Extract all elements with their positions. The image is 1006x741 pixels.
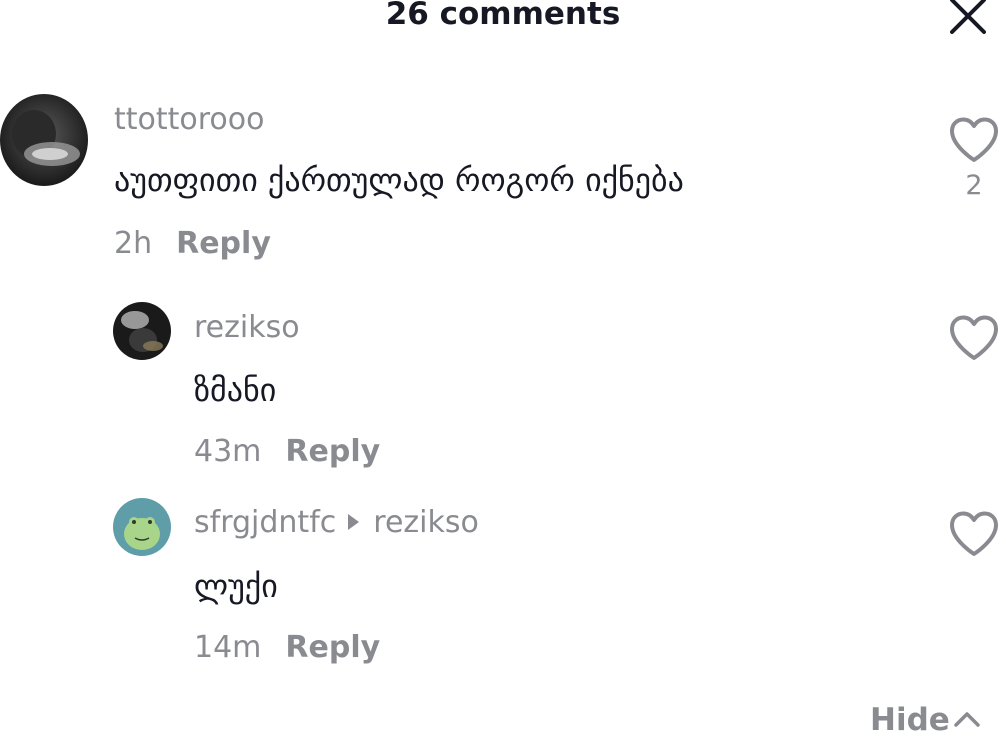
comment-username[interactable]: sfrgjdntfc [194, 505, 336, 540]
chevron-up-icon [954, 711, 980, 727]
comment-meta: 14m Reply [194, 630, 380, 666]
reply-header: sfrgjdntfc rezikso [194, 505, 479, 541]
like-control [944, 510, 1004, 558]
reply-item: sfrgjdntfc rezikso ლუქი 14m Reply [0, 0, 1006, 680]
hide-label: Hide [870, 702, 950, 738]
avatar[interactable] [113, 498, 171, 556]
comment-text: ლუქი [194, 567, 278, 605]
reply-button[interactable]: Reply [285, 630, 380, 665]
comment-time: 14m [194, 630, 262, 665]
hide-replies-button[interactable]: Hide [870, 700, 982, 740]
reply-arrow-icon [348, 514, 360, 530]
reply-to-username[interactable]: rezikso [373, 505, 479, 540]
heart-outline-icon[interactable] [948, 510, 1000, 558]
comments-panel: 26 comments ttottorooo აუთფითი ქართულად … [0, 0, 1006, 741]
